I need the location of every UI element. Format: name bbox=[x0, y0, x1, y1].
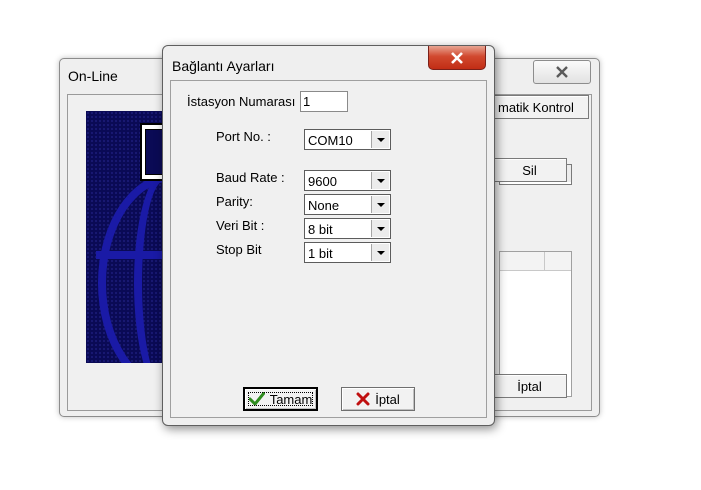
dialog-content: İstasyon Numarası Port No. : COM10 Baud … bbox=[170, 80, 487, 418]
dialog-title: Bağlantı Ayarları bbox=[172, 58, 275, 74]
chevron-down-icon[interactable] bbox=[371, 131, 389, 148]
connection-settings-dialog: Bağlantı Ayarları İstasyon Numarası Port… bbox=[162, 45, 495, 426]
baud-rate-select[interactable]: 9600 bbox=[304, 170, 391, 191]
baud-rate-select-value: 9600 bbox=[308, 174, 337, 189]
cancel-button[interactable]: İptal bbox=[341, 387, 415, 411]
close-icon bbox=[556, 66, 568, 78]
chevron-down-icon[interactable] bbox=[371, 244, 389, 261]
ok-button[interactable]: Tamam bbox=[243, 387, 318, 411]
auto-control-button[interactable]: matik Kontrol bbox=[492, 95, 589, 119]
stop-bits-select[interactable]: 1 bit bbox=[304, 242, 391, 263]
baud-rate-label: Baud Rate : bbox=[216, 170, 285, 185]
delete-button[interactable]: Sil bbox=[492, 158, 567, 182]
stop-bits-label: Stop Bit bbox=[216, 242, 262, 257]
checkmark-icon bbox=[248, 392, 265, 406]
data-bits-select-value: 8 bit bbox=[308, 222, 333, 237]
port-select-value: COM10 bbox=[308, 133, 353, 148]
parity-select-value: None bbox=[308, 198, 340, 213]
chevron-down-icon[interactable] bbox=[371, 172, 389, 189]
online-cancel-button[interactable]: İptal bbox=[492, 374, 567, 398]
auto-control-button-label: matik Kontrol bbox=[498, 99, 574, 115]
online-cancel-button-label: İptal bbox=[517, 378, 542, 394]
chevron-down-icon[interactable] bbox=[371, 196, 389, 213]
online-window-close-button[interactable] bbox=[533, 60, 591, 84]
delete-button-label: Sil bbox=[522, 162, 537, 178]
parity-label: Parity: bbox=[216, 194, 253, 209]
ok-button-label: Tamam bbox=[269, 391, 313, 407]
cancel-button-label: İptal bbox=[375, 391, 400, 407]
station-number-label: İstasyon Numarası bbox=[187, 94, 296, 109]
stop-bits-select-value: 1 bit bbox=[308, 246, 333, 261]
online-window-title: On-Line bbox=[68, 68, 118, 84]
parity-select[interactable]: None bbox=[304, 194, 391, 215]
port-label: Port No. : bbox=[216, 129, 271, 144]
close-icon bbox=[451, 51, 463, 64]
chevron-down-icon[interactable] bbox=[371, 220, 389, 237]
station-number-input[interactable] bbox=[300, 91, 348, 112]
dialog-close-button[interactable] bbox=[428, 46, 486, 70]
data-bits-label: Veri Bit : bbox=[216, 218, 265, 233]
data-bits-select[interactable]: 8 bit bbox=[304, 218, 391, 239]
port-select[interactable]: COM10 bbox=[304, 129, 391, 150]
online-list-header bbox=[500, 252, 571, 271]
red-x-icon bbox=[356, 392, 370, 406]
